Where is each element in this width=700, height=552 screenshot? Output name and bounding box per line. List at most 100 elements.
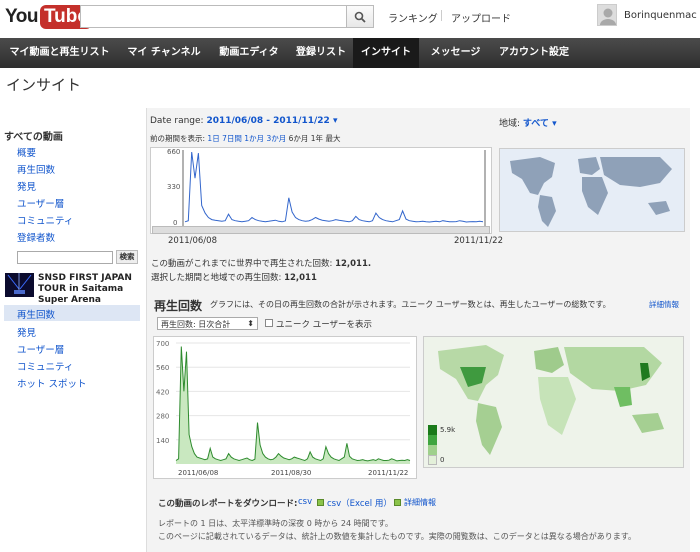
views-ytick-label: 700 [156,340,169,348]
overview-ytick-330: 330 [167,183,181,191]
youtube-logo[interactable]: You Tube [5,4,92,30]
region-map-small[interactable] [499,148,685,232]
download-details-link[interactable]: 詳細情報 [404,497,436,508]
overview-ytick-660: 660 [167,148,181,156]
legend-swatch-4 [428,455,437,465]
region-label: 地域: [499,119,521,129]
unique-users-checkbox[interactable] [265,319,273,327]
sidebar-video-item-views[interactable]: 再生回数 [17,307,55,321]
user-silhouette-icon [600,8,616,25]
views-ytick-label: 140 [156,437,169,445]
views-ytick-label: 420 [156,388,169,396]
period-views-label: 選択した期間と地域での再生回数: [151,273,282,283]
views-ytick-label: 280 [156,413,169,421]
header-divider [441,10,442,21]
overview-chart-svg [182,150,486,233]
views-details-link[interactable]: 詳細情報 [649,299,679,310]
sidebar-search-input[interactable] [17,251,113,264]
nav-subscriptions[interactable]: 登録リスト [289,38,353,68]
download-csv-link[interactable]: csv [298,497,312,507]
period-7days[interactable]: 7日間 [222,134,242,143]
nav-my-channel[interactable]: マイ チャンネル [119,38,209,68]
period-selector: 前の期間を表示: 1日 7日間 1か月 3か月 6か月 1年 最大 [150,133,340,144]
views-metric-select[interactable]: 再生回数: 日次合計 ⬍ [157,317,258,330]
concert-thumbnail-image [5,273,34,297]
video-thumbnail[interactable] [5,273,34,297]
overview-range-scrollbar[interactable] [152,226,490,234]
nav-video-editor[interactable]: 動画エディタ [209,38,289,68]
logo-you: You [5,6,38,27]
excel-icon [317,499,324,506]
sidebar-item-demographics[interactable]: ユーザー層 [17,196,64,210]
date-range-label: Date range: [150,116,204,126]
views-ytick-label: 560 [156,364,169,372]
region-map-large[interactable] [423,336,684,468]
views-section-description: グラフには、その日の再生回数の合計が示されます。ユニーク ユーザー数とは、再生し… [210,300,611,309]
sidebar-item-subscribers[interactable]: 登録者数 [17,230,55,244]
views-series-area [176,346,410,464]
page-title: インサイト [6,76,82,94]
views-chart-svg: 140 280 420 560 700 2011/06/08 2011/08/30 2011/… [156,340,411,477]
region-dropdown[interactable]: すべて ▾ [523,119,557,129]
details-icon [394,499,401,506]
overview-xend: 2011/11/22 [454,236,503,246]
views-xtick-label: 2011/08/30 [271,469,311,477]
search-icon [354,11,366,23]
sidebar-item-discovery[interactable]: 発見 [17,179,36,193]
world-map-small [500,149,684,231]
nav-messages[interactable]: メッセージ [419,38,492,68]
footnote-2: このページに記載されているデータは、統計上の数値を集計したものです。実際の閲覧数… [158,532,636,541]
period-views-stat: 選択した期間と地域での再生回数: 12,011 [151,271,317,283]
date-range-filter: Date range: 2011/06/08 - 2011/11/22 ▾ [150,116,337,126]
period-max[interactable]: 最大 [325,134,340,143]
period-label: 前の期間を表示: [150,134,206,143]
period-3months[interactable]: 3か月 [266,134,286,143]
download-csv-excel-link[interactable]: csv（Excel 用） [327,497,392,509]
search-button[interactable] [346,5,374,28]
avatar[interactable] [597,4,617,26]
top-header: You Tube ランキング アップロード Borinquenmac [0,0,700,38]
worldwide-views-label: この動画がこれまでに世界中で再生された回数: [151,259,333,269]
period-views-value: 12,011 [284,273,317,283]
region-filter: 地域: すべて ▾ [499,116,557,129]
worldwide-views-value: 12,011. [335,259,372,269]
legend-swatch-1 [428,425,437,435]
main-nav: マイ動画と再生リスト マイ チャンネル 動画エディタ 登録リスト インサイト メ… [0,38,700,68]
period-1month[interactable]: 1か月 [244,134,264,143]
sidebar-item-overview[interactable]: 概要 [17,145,36,159]
views-section-title: 再生回数 [154,299,203,313]
sidebar-search-button[interactable]: 検索 [116,250,138,264]
legend-max-label: 5.9k [440,426,456,434]
views-xtick-label: 2011/06/08 [178,469,218,477]
username[interactable]: Borinquenmac [624,10,697,21]
sidebar-video-item-community[interactable]: コミュニティ [17,359,73,373]
search-input[interactable] [80,5,346,28]
sidebar-video-item-discovery[interactable]: 発見 [17,325,36,339]
overview-chart[interactable]: 660 330 0 [150,147,492,234]
nav-my-videos[interactable]: マイ動画と再生リスト [0,38,119,68]
period-1day[interactable]: 1日 [207,134,219,143]
world-map-large [424,337,683,467]
unique-users-label: ユニーク ユーザーを表示 [276,320,373,330]
sidebar-item-views[interactable]: 再生回数 [17,162,55,176]
views-xtick-label: 2011/11/22 [368,469,408,477]
legend-swatch-2 [428,435,437,445]
ranking-link[interactable]: ランキング [388,10,438,25]
sidebar-video-item-hotspots[interactable]: ホット スポット [17,376,87,390]
legend-swatch-3 [428,445,437,455]
sidebar-item-community[interactable]: コミュニティ [17,213,73,227]
views-chart[interactable]: 140 280 420 560 700 2011/06/08 2011/08/30 2011/… [153,336,417,479]
worldwide-views-stat: この動画がこれまでに世界中で再生された回数: 12,011. [151,257,371,269]
video-title[interactable]: SNSD FIRST JAPAN TOUR in Saitama Super A… [38,273,144,306]
period-6months[interactable]: 6か月 [289,134,309,143]
sidebar-video-item-demographics[interactable]: ユーザー層 [17,342,64,356]
period-1year[interactable]: 1年 [311,134,323,143]
views-series-line [175,346,411,462]
date-range-dropdown[interactable]: 2011/06/08 - 2011/11/22 ▾ [206,116,337,126]
upload-link[interactable]: アップロード [451,10,511,25]
nav-insight[interactable]: インサイト [353,38,419,68]
download-label: この動画のレポートをダウンロード: [158,499,298,509]
sidebar-all-videos-heading: すべての動画 [4,132,63,143]
nav-account-settings[interactable]: アカウント設定 [492,38,576,68]
legend-min-label: 0 [440,456,445,464]
